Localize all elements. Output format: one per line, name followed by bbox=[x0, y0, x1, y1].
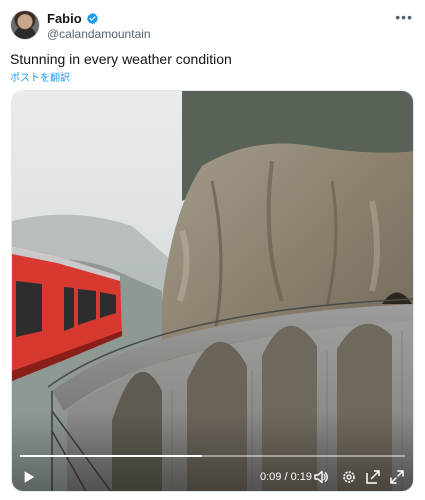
video-frame bbox=[12, 91, 413, 491]
picture-in-picture-icon[interactable] bbox=[365, 469, 381, 485]
more-options-icon[interactable]: ••• bbox=[395, 10, 413, 24]
author-handle[interactable]: @calandamountain bbox=[47, 27, 151, 41]
avatar[interactable] bbox=[10, 10, 40, 40]
volume-icon[interactable] bbox=[313, 469, 329, 485]
progress-fill bbox=[20, 455, 203, 457]
verified-badge-icon bbox=[86, 12, 98, 25]
time-separator: / bbox=[281, 471, 291, 483]
progress-bar[interactable] bbox=[20, 455, 405, 457]
author-block: Fabio @calandamountain bbox=[47, 11, 151, 41]
video-controls: 0:09 / 0:19 bbox=[12, 451, 413, 491]
settings-icon[interactable] bbox=[341, 469, 357, 485]
current-time: 0:09 bbox=[259, 471, 282, 483]
name-row: Fabio bbox=[47, 11, 151, 26]
video-player[interactable]: 0:09 / 0:19 bbox=[11, 90, 414, 492]
time-display: 0:09 / 0:19 bbox=[260, 471, 312, 483]
fullscreen-icon[interactable] bbox=[389, 469, 405, 485]
display-name[interactable]: Fabio bbox=[47, 11, 82, 26]
tweet-text: Stunning in every weather condition bbox=[10, 51, 232, 67]
duration: 0:19 bbox=[290, 471, 312, 483]
play-icon[interactable] bbox=[22, 470, 36, 484]
translate-post-link[interactable]: ポストを翻訳 bbox=[10, 69, 70, 84]
tweet-header: Fabio @calandamountain ••• bbox=[10, 10, 415, 42]
